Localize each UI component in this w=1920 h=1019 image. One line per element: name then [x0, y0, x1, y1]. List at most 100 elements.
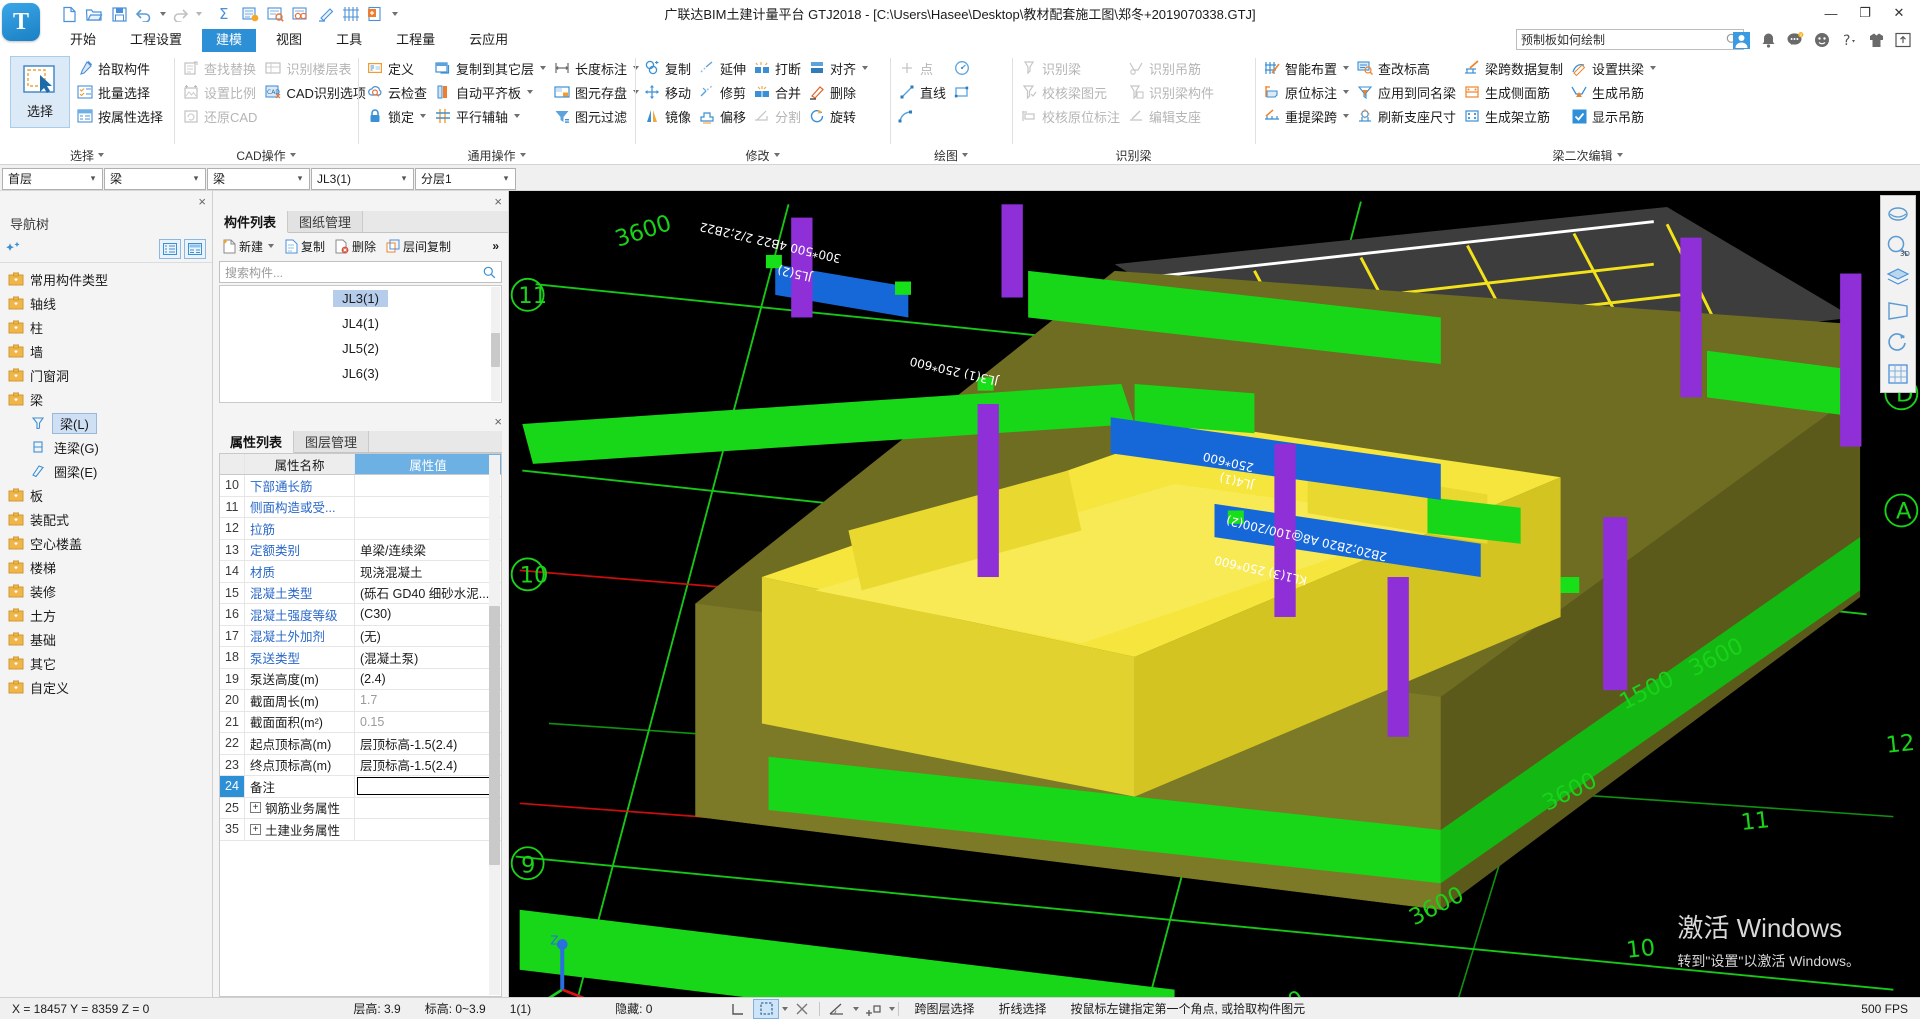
pan-icon[interactable] — [1884, 200, 1912, 228]
chevron-down-icon[interactable]: ▾ — [499, 173, 513, 184]
table-row[interactable]: 12 拉筋 — [220, 518, 501, 540]
nav-panel-close-icon[interactable]: × — [198, 194, 206, 209]
list-item[interactable]: JL5(2) — [220, 336, 501, 361]
3d-model-canvas[interactable]: 11 10 9 9 D A 12 11 10 3600 1500 — [509, 191, 1920, 997]
table-row[interactable]: 10 下部通长筋 — [220, 475, 501, 497]
break-button[interactable]: 打断 — [751, 57, 806, 79]
delete-component-button[interactable]: 删除 — [331, 236, 380, 257]
layer-select[interactable]: 分层1 ▾ — [415, 167, 516, 190]
search-box[interactable]: 预制板如何绘制 — [1516, 29, 1744, 50]
ribbon-group-title-common[interactable]: 通用操作 — [358, 146, 635, 164]
smart-layout-button[interactable]: 智能布置 — [1261, 57, 1354, 79]
tab-start[interactable]: 开始 — [56, 29, 110, 52]
tab-project-settings[interactable]: 工程设置 — [116, 29, 196, 52]
extend-button[interactable]: 延伸 — [696, 57, 751, 79]
nav-item-prefab[interactable]: 装配式 — [0, 507, 212, 531]
nav-child-beam-l[interactable]: 梁(L) — [0, 411, 212, 435]
table-row[interactable]: 18 泵送类型 (混凝土泵) — [220, 647, 501, 669]
sum-icon[interactable]: Σ — [215, 3, 237, 25]
3d-viewport[interactable]: 11 10 9 9 D A 12 11 10 3600 1500 — [509, 191, 1920, 997]
nav-item-axis[interactable]: 轴线 — [0, 291, 212, 315]
nav-item-hollow-floor[interactable]: 空心楼盖 — [0, 531, 212, 555]
zoom-3d-icon[interactable]: 3D — [1884, 232, 1912, 260]
generate-erection-rebar-button[interactable]: 生成架立筋 — [1461, 105, 1568, 127]
table-row[interactable]: 35 + 土建业务属性 — [220, 819, 501, 841]
user-avatar-icon[interactable] — [1732, 31, 1750, 49]
component-toolbar-more-button[interactable]: » — [488, 237, 503, 255]
table-row[interactable]: 20 截面周长(m) 1.7 — [220, 690, 501, 712]
property-panel-close-icon[interactable]: × — [494, 414, 502, 429]
save-icon[interactable] — [108, 3, 130, 25]
table-row-selected[interactable]: 24 备注 — [220, 776, 501, 798]
open-file-icon[interactable] — [83, 3, 105, 25]
circle-button[interactable] — [951, 57, 980, 79]
chevron-down-icon[interactable]: ▾ — [293, 173, 307, 184]
chevron-down-icon[interactable]: ▾ — [86, 173, 100, 184]
tab-modeling[interactable]: 建模 — [202, 29, 257, 52]
polyline-select-label[interactable]: 折线选择 — [986, 1000, 1058, 1017]
grid-view-icon[interactable] — [1884, 360, 1912, 388]
floor-select[interactable]: 首层 ▾ — [2, 167, 103, 190]
generate-side-rebar-button[interactable]: 生成侧面筋 — [1461, 81, 1568, 103]
angle-snap-dropdown-caret[interactable] — [853, 1006, 860, 1011]
component-list[interactable]: JL3(1) JL4(1) JL5(2) JL6(3) — [219, 285, 502, 403]
nav-child-coupling-beam[interactable]: 连梁(G) — [0, 435, 212, 459]
tab-component-list[interactable]: 构件列表 — [213, 211, 289, 233]
qat-overflow-caret[interactable] — [392, 12, 398, 16]
batch-select-button[interactable]: 批量选择 — [74, 81, 168, 103]
select-tool-button[interactable]: 选择 — [10, 56, 70, 128]
angle-snap-icon[interactable] — [824, 999, 850, 1019]
nav-item-common-types[interactable]: 常用构件类型 — [0, 267, 212, 291]
table-row[interactable]: 16 混凝土强度等级 (C30) — [220, 604, 501, 626]
bell-icon[interactable] — [1759, 31, 1777, 49]
export-icon[interactable] — [1894, 31, 1912, 49]
nav-item-wall[interactable]: 墙 — [0, 339, 212, 363]
chevron-down-icon[interactable]: ▾ — [189, 173, 203, 184]
nav-item-custom[interactable]: 自定义 — [0, 675, 212, 699]
length-dimension-button[interactable]: 长度标注 — [551, 57, 644, 79]
table-row[interactable]: 25 + 钢筋业务属性 — [220, 797, 501, 819]
trim-button[interactable]: 修剪 — [696, 81, 751, 103]
element-filter-button[interactable]: 图元过滤 — [551, 105, 644, 127]
tab-quantity[interactable]: 工程量 — [382, 29, 449, 52]
span-data-copy-button[interactable]: 梁跨数据复制 — [1461, 57, 1568, 79]
table-row[interactable]: 11 侧面构造或受... — [220, 496, 501, 518]
tab-drawing-management[interactable]: 图纸管理 — [288, 211, 364, 232]
table-row[interactable]: 19 泵送高度(m) (2.4) — [220, 668, 501, 690]
help-icon[interactable]: ? — [1840, 31, 1858, 49]
rebar-icon[interactable] — [290, 3, 312, 25]
add-favorite-icon[interactable] — [6, 241, 23, 256]
tab-property-list[interactable]: 属性列表 — [219, 431, 295, 453]
table-row[interactable]: 14 材质 现浇混凝土 — [220, 561, 501, 583]
grid-icon[interactable] — [340, 3, 362, 25]
expand-group-icon[interactable]: + — [250, 802, 261, 814]
line-button[interactable]: 直线 — [896, 81, 951, 103]
rotate-button[interactable]: 旋转 — [806, 105, 873, 127]
tab-tools[interactable]: 工具 — [322, 29, 376, 52]
show-hanger-checkbox-icon[interactable] — [1570, 107, 1588, 125]
nav-item-slab[interactable]: 板 — [0, 483, 212, 507]
close-button[interactable]: ✕ — [1882, 1, 1916, 25]
category-select[interactable]: 梁 ▾ — [104, 167, 206, 190]
delete-button[interactable]: 删除 — [806, 81, 873, 103]
remark-edit-field[interactable] — [357, 777, 499, 796]
undo-dropdown-caret[interactable] — [160, 12, 166, 16]
copy-button[interactable]: 复制 — [641, 57, 696, 79]
shirt-icon[interactable] — [1867, 31, 1885, 49]
selection-mode-dropdown-caret[interactable] — [782, 1006, 789, 1011]
query-icon[interactable] — [265, 3, 287, 25]
table-row[interactable]: 17 混凝土外加剂 (无) — [220, 625, 501, 647]
nav-item-other[interactable]: 其它 — [0, 651, 212, 675]
cross-layer-select-label[interactable]: 跨图层选择 — [902, 1000, 986, 1017]
component-type-select[interactable]: 梁 ▾ — [207, 167, 310, 190]
ribbon-group-title-beam-secondary[interactable]: 梁二次编辑 — [1255, 146, 1920, 164]
property-table-scrollbar[interactable] — [489, 455, 500, 995]
save-element-button[interactable]: 图元存盘 — [551, 81, 644, 103]
nav-item-decoration[interactable]: 装修 — [0, 579, 212, 603]
nav-item-door-window[interactable]: 门窗洞 — [0, 363, 212, 387]
message-icon[interactable]: V — [1786, 31, 1804, 49]
table-row[interactable]: 22 起点顶标高(m) 层顶标高-1.5(2.4) — [220, 733, 501, 755]
check-model-icon[interactable] — [240, 3, 262, 25]
table-row[interactable]: 21 截面面积(m²) 0.15 — [220, 711, 501, 733]
table-row[interactable]: 13 定额类别 单梁/连续梁 — [220, 539, 501, 561]
